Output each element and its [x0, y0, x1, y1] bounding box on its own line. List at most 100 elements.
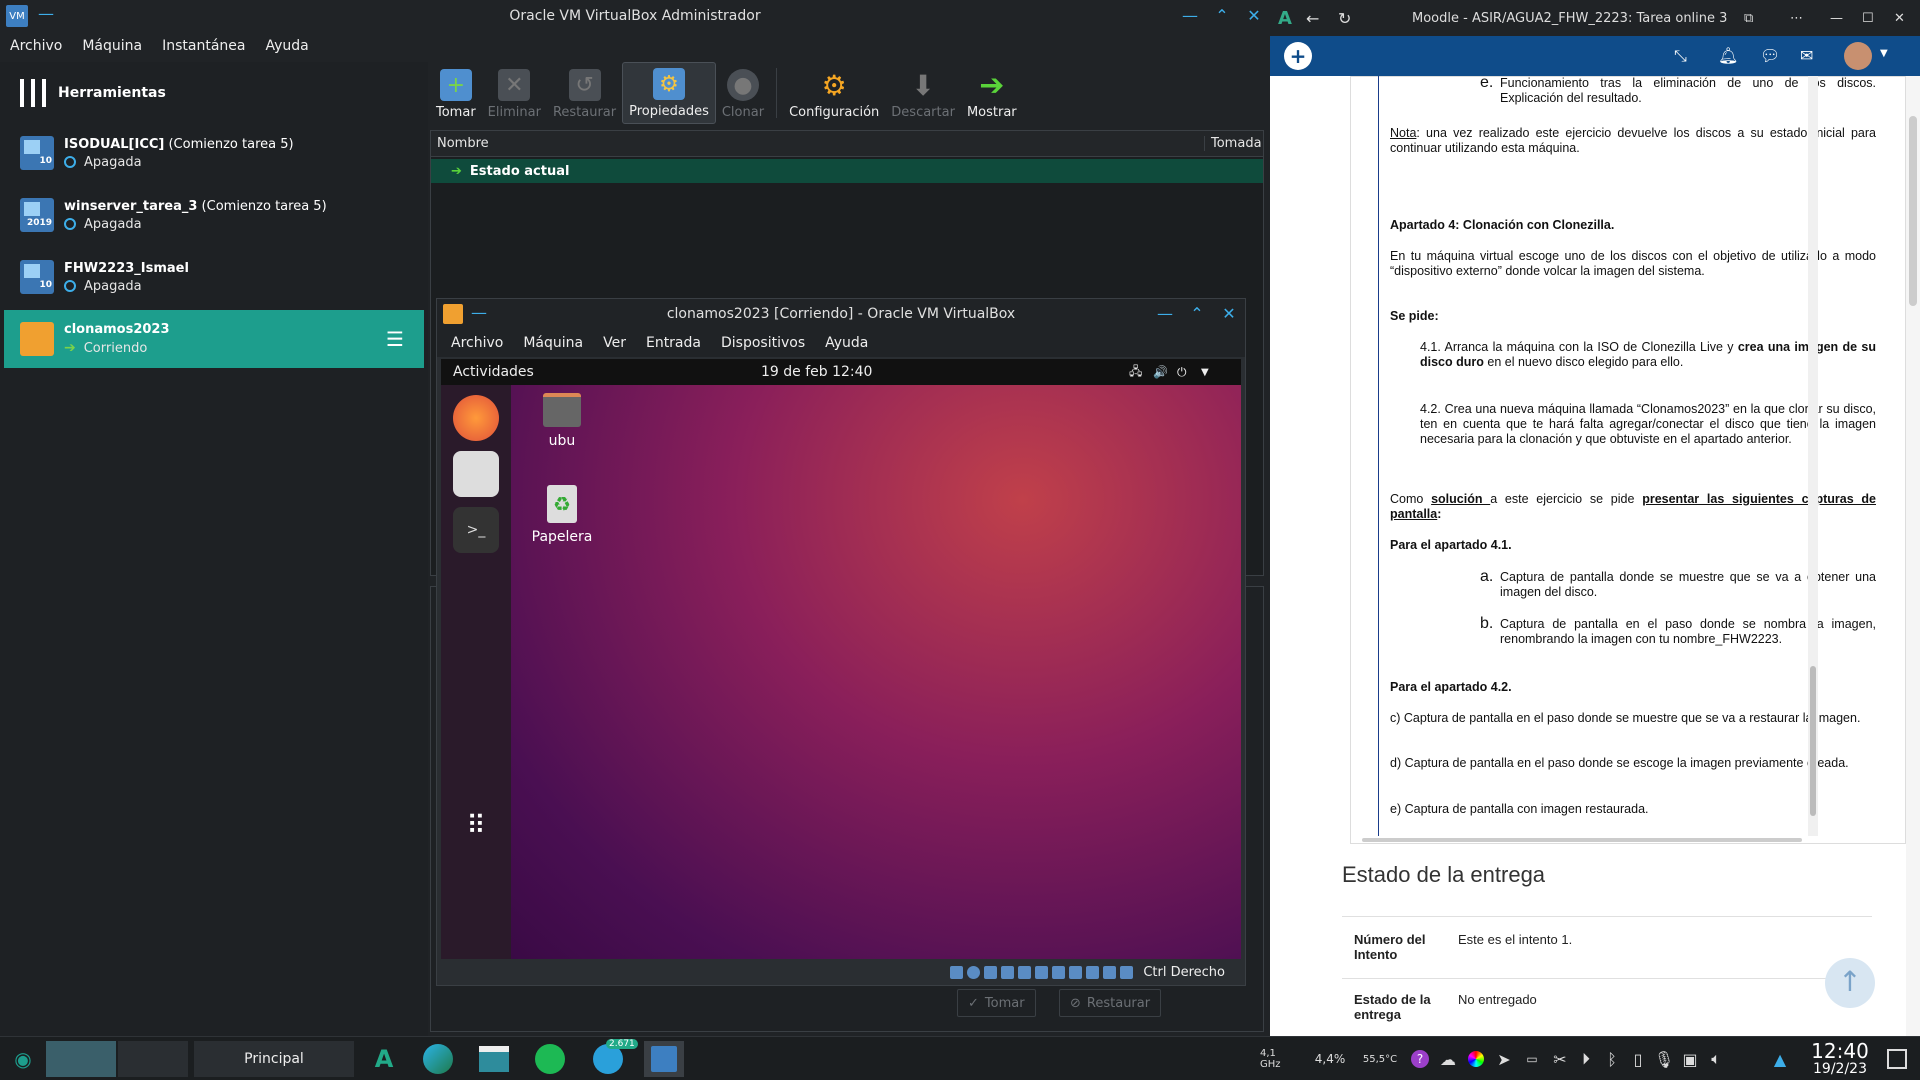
hdd-icon[interactable] — [950, 965, 964, 979]
document-hscrollbar[interactable] — [1362, 838, 1802, 842]
clock[interactable]: 19 de feb 12:40 — [761, 364, 872, 380]
chevron-down-icon[interactable]: ▼ — [1880, 48, 1888, 59]
battery-icon[interactable]: ▯ — [1628, 1041, 1648, 1077]
edge-icon[interactable] — [420, 1041, 456, 1077]
virtualbox-task-icon[interactable] — [644, 1041, 684, 1077]
minimize-icon[interactable]: — — [1180, 6, 1200, 26]
back-icon[interactable]: ← — [1306, 9, 1319, 28]
menu-dispositivos[interactable]: Dispositivos — [721, 335, 805, 351]
cloud-icon[interactable]: ☁ — [1438, 1041, 1458, 1077]
network-icon[interactable]: 🖧 — [1129, 362, 1142, 383]
files-icon[interactable] — [453, 451, 499, 497]
microphone-icon[interactable]: 🎙︎ — [1654, 1041, 1674, 1077]
network-icon[interactable] — [1001, 965, 1015, 979]
more-menu-icon[interactable]: ⋯ — [1790, 11, 1803, 26]
send-icon[interactable]: ➤ — [1494, 1041, 1514, 1077]
app-launcher-icon[interactable]: ◉ — [8, 1041, 38, 1077]
pin-icon[interactable]: ⤡ — [1674, 46, 1687, 66]
minimize-icon[interactable]: — — [1155, 304, 1175, 324]
menu-maquina[interactable]: Máquina — [523, 335, 583, 351]
shared-folder-icon[interactable] — [1035, 965, 1049, 979]
volume-icon[interactable]: 🔊 — [1153, 365, 1168, 379]
mouse-integration-icon[interactable] — [1103, 965, 1117, 979]
vm-item-fhw2223[interactable]: 10 FHW2223_Ismael Apagada — [4, 248, 424, 306]
minimize-icon[interactable]: — — [1830, 11, 1843, 26]
discard-button[interactable]: ⬇ Descartar — [885, 62, 961, 124]
spotify-icon[interactable] — [532, 1041, 568, 1077]
menu-ver[interactable]: Ver — [603, 335, 626, 351]
settings-button[interactable]: ⚙ Configuración — [783, 62, 885, 124]
show-apps-grid-icon[interactable]: ⠿ — [453, 803, 499, 849]
tray-expand-icon[interactable]: ▲ — [1770, 1041, 1790, 1077]
cpu-load[interactable]: 4,4% — [1308, 1041, 1352, 1077]
andalucia-app-icon[interactable]: A — [366, 1041, 402, 1077]
guest-screen[interactable]: Actividades 19 de feb 12:40 🖧 🔊 ⏻ ▼ >_ ⠿… — [441, 359, 1241, 959]
usb-icon[interactable] — [1018, 965, 1032, 979]
close-icon[interactable]: ✕ — [1219, 304, 1239, 324]
vm-details-menu-icon[interactable]: ☰ — [386, 327, 408, 351]
document-scrollbar[interactable] — [1808, 76, 1818, 836]
desktop-pager-1[interactable] — [46, 1041, 116, 1077]
menu-entrada[interactable]: Entrada — [646, 335, 701, 351]
menu-archivo[interactable]: Archivo — [10, 38, 62, 54]
device-icon[interactable]: ▣ — [1680, 1041, 1700, 1077]
optical-icon[interactable] — [967, 965, 981, 979]
show-button[interactable]: ➔ Mostrar — [961, 62, 1023, 124]
chevron-down-icon[interactable]: ▼ — [1201, 367, 1209, 378]
close-icon[interactable]: ✕ — [1244, 6, 1264, 26]
menu-ayuda[interactable]: Ayuda — [265, 38, 308, 54]
activity-principal[interactable]: Principal — [194, 1041, 354, 1077]
audio-icon[interactable] — [984, 965, 998, 979]
file-manager-icon[interactable] — [476, 1041, 512, 1077]
page-scrollbar-thumb[interactable] — [1909, 116, 1917, 306]
add-icon[interactable]: + — [1284, 42, 1312, 70]
install-app-icon[interactable]: ⧉ — [1744, 11, 1753, 26]
minimize-line-icon[interactable]: — — [471, 303, 487, 322]
properties-button[interactable]: ⚙ Propiedades — [622, 62, 716, 124]
menu-archivo[interactable]: Archivo — [451, 335, 503, 351]
cpu-temperature[interactable]: 55,5°C — [1362, 1041, 1398, 1077]
reload-icon[interactable]: ↻ — [1338, 9, 1351, 28]
media-play-icon[interactable]: ⏵ — [1576, 1041, 1596, 1077]
activities-button[interactable]: Actividades — [453, 364, 534, 380]
vm-item-winserver[interactable]: 2019 winserver_tarea_3 (Comienzo tarea 5… — [4, 186, 424, 244]
power-icon[interactable]: ⏻ — [1177, 365, 1187, 380]
keyboard-icon[interactable] — [1120, 965, 1134, 979]
menu-instantanea[interactable]: Instantánea — [162, 38, 245, 54]
menu-ayuda[interactable]: Ayuda — [825, 335, 868, 351]
clock-widget[interactable]: 12:40 19/2/23 — [1800, 1041, 1880, 1077]
col-tomada[interactable]: Tomada — [1205, 136, 1262, 151]
maximize-icon[interactable]: ☐ — [1862, 11, 1874, 26]
telegram-icon[interactable]: 2.671 — [588, 1039, 638, 1077]
avatar[interactable] — [1844, 42, 1872, 70]
close-icon[interactable]: ✕ — [1894, 11, 1905, 26]
cpu-icon[interactable] — [1086, 965, 1100, 979]
bell-icon[interactable]: 🔔︎ — [1718, 46, 1738, 65]
scissors-icon[interactable]: ✂ — [1550, 1041, 1570, 1077]
minimize-line-icon[interactable]: — — [38, 4, 54, 23]
menu-maquina[interactable]: Máquina — [82, 38, 142, 54]
snapshot-current-state-row[interactable]: ➔ Estado actual — [431, 159, 1263, 183]
cpu-frequency[interactable]: 4,1 GHz — [1260, 1041, 1296, 1077]
mail-icon[interactable]: ✉ — [1800, 46, 1813, 65]
vm-item-clonamos2023[interactable]: clonamos2023 ➔ Corriendo ☰ — [4, 310, 424, 368]
lower-take-button[interactable]: ✓ Tomar — [957, 989, 1036, 1017]
desktop-pager-2[interactable] — [118, 1041, 188, 1077]
col-nombre[interactable]: Nombre — [431, 136, 1205, 151]
volume-icon[interactable]: 🔈︎ — [1706, 1041, 1726, 1077]
terminal-icon[interactable]: >_ — [453, 507, 499, 553]
delete-snapshot-button[interactable]: ✕ Eliminar — [482, 62, 547, 124]
recording-icon[interactable] — [1069, 965, 1083, 979]
chat-icon[interactable]: 💬︎ — [1760, 46, 1780, 65]
bluetooth-icon[interactable]: ᛒ — [1602, 1041, 1622, 1077]
firefox-icon[interactable] — [453, 395, 499, 441]
home-folder-item[interactable]: ubu — [517, 393, 607, 449]
lower-restore-button[interactable]: ⊘ Restaurar — [1059, 989, 1162, 1017]
restore-snapshot-button[interactable]: ↺ Restaurar — [547, 62, 622, 124]
take-snapshot-button[interactable]: + Tomar — [430, 62, 482, 124]
page-scrollbar[interactable] — [1906, 76, 1920, 1036]
show-desktop-icon[interactable] — [1884, 1041, 1910, 1077]
help-icon[interactable]: ? — [1410, 1041, 1430, 1077]
color-picker-icon[interactable] — [1466, 1041, 1486, 1077]
tools-item[interactable]: Herramientas — [0, 62, 428, 124]
